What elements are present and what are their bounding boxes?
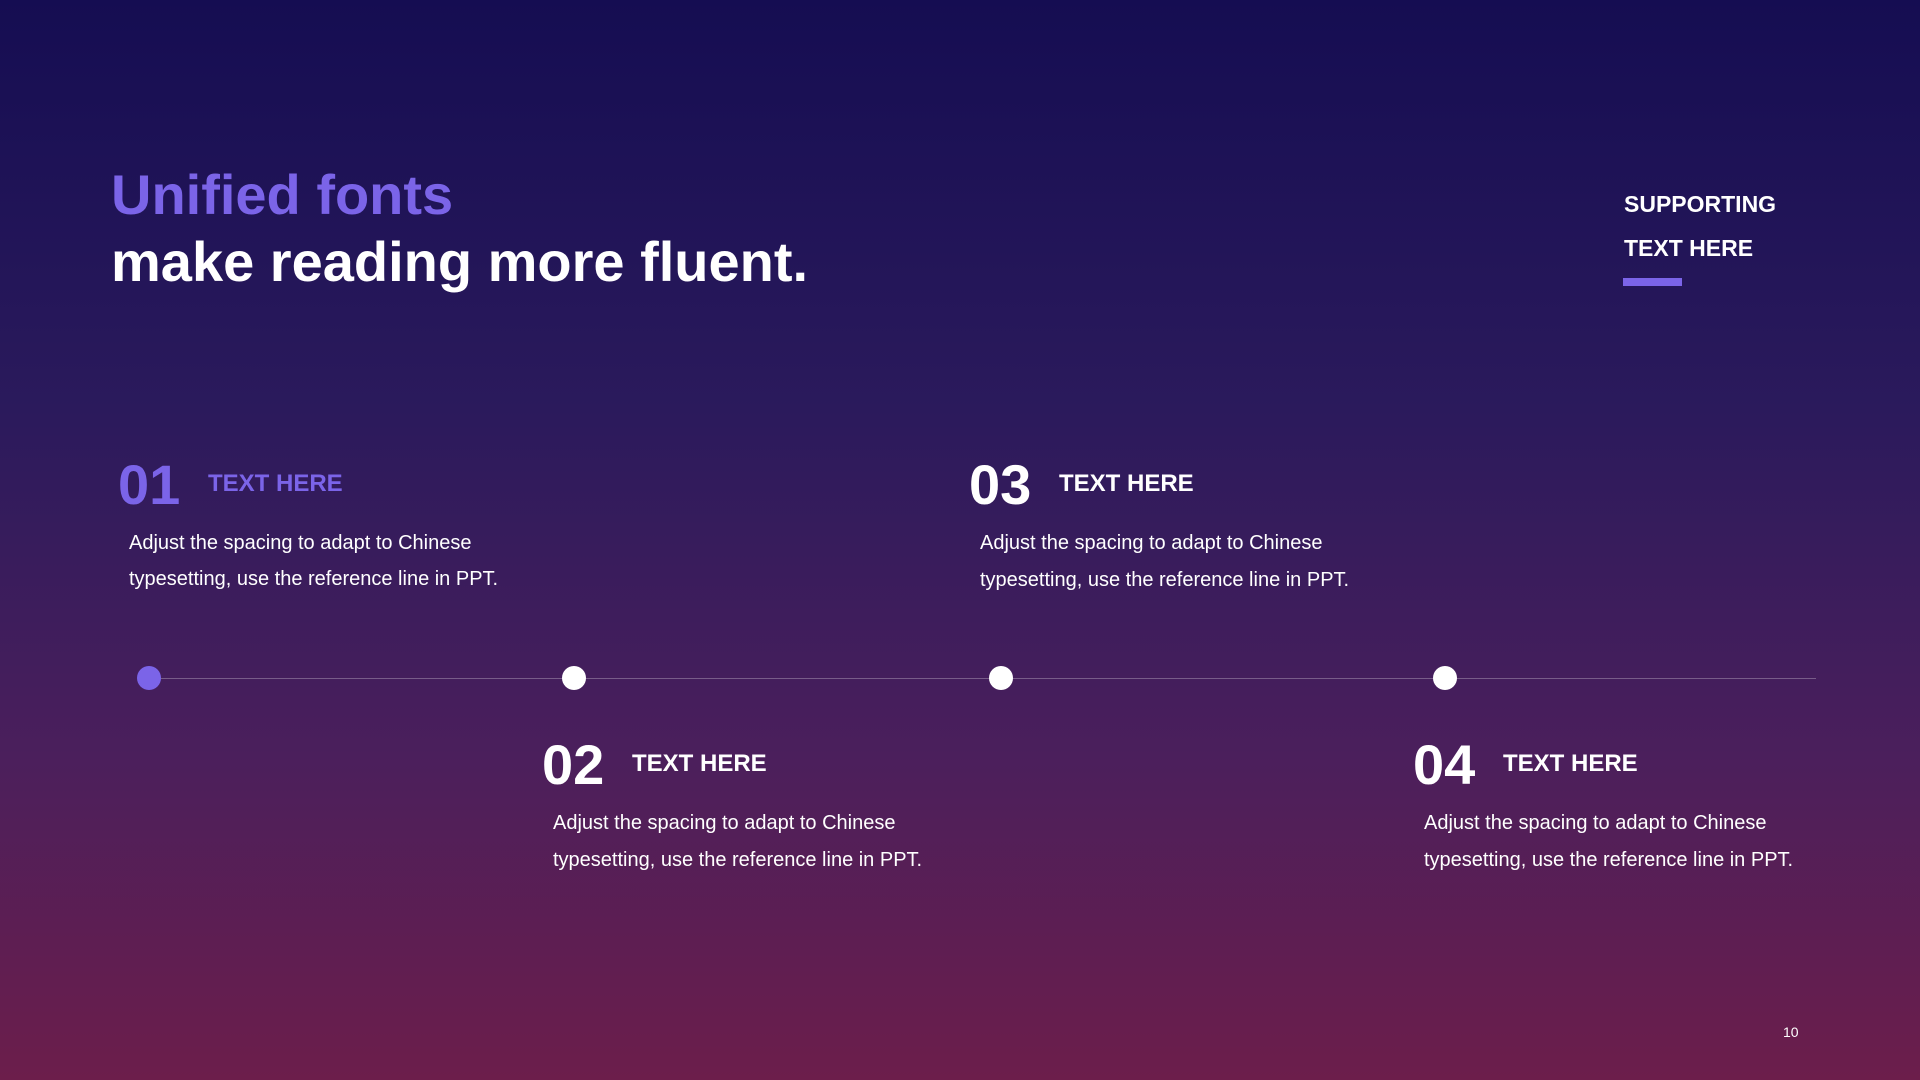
title-line-2: make reading more fluent. <box>111 230 809 293</box>
step-heading: TEXT HERE <box>632 750 767 777</box>
supporting-text-line-2: TEXT HERE <box>1624 235 1754 261</box>
step-number: 02 <box>542 733 605 796</box>
timeline-dot-3 <box>989 666 1013 690</box>
slide: Unified fonts make reading more fluent. … <box>0 0 1920 1080</box>
step-number: 04 <box>1413 733 1476 796</box>
title-line-1: Unified fonts <box>111 163 454 226</box>
step-description: Adjust the spacing to adapt to Chinese t… <box>129 525 498 597</box>
step-description: Adjust the spacing to adapt to Chinese t… <box>553 805 922 879</box>
step-description-line-2: typesetting, use the reference line in P… <box>1424 849 1794 871</box>
step-number: 01 <box>118 453 181 516</box>
supporting-accent-bar <box>1623 278 1682 286</box>
step-description: Adjust the spacing to adapt to Chinese t… <box>980 525 1349 599</box>
step-description-line-2: typesetting, use the reference line in P… <box>980 569 1350 591</box>
page-number: 10 <box>1783 1024 1799 1040</box>
timeline-line <box>148 678 1816 679</box>
step-heading: TEXT HERE <box>1503 750 1638 777</box>
step-description-line-1: Adjust the spacing to adapt to Chinese <box>980 532 1323 554</box>
timeline-dot-1 <box>137 666 161 690</box>
step-description-line-1: Adjust the spacing to adapt to Chinese <box>553 812 896 834</box>
step-number: 03 <box>969 453 1032 516</box>
timeline-dot-2 <box>562 666 586 690</box>
step-heading: TEXT HERE <box>208 470 343 497</box>
step-description-line-2: typesetting, use the reference line in P… <box>553 849 923 871</box>
step-description-line-1: Adjust the spacing to adapt to Chinese <box>129 532 472 554</box>
supporting-text: SUPPORTING TEXT HERE <box>1624 182 1776 270</box>
supporting-text-line-1: SUPPORTING <box>1624 191 1777 217</box>
step-description-line-1: Adjust the spacing to adapt to Chinese <box>1424 812 1767 834</box>
timeline-dot-4 <box>1433 666 1457 690</box>
step-description: Adjust the spacing to adapt to Chinese t… <box>1424 805 1793 879</box>
step-heading: TEXT HERE <box>1059 470 1194 497</box>
step-description-line-2: typesetting, use the reference line in P… <box>129 568 499 590</box>
